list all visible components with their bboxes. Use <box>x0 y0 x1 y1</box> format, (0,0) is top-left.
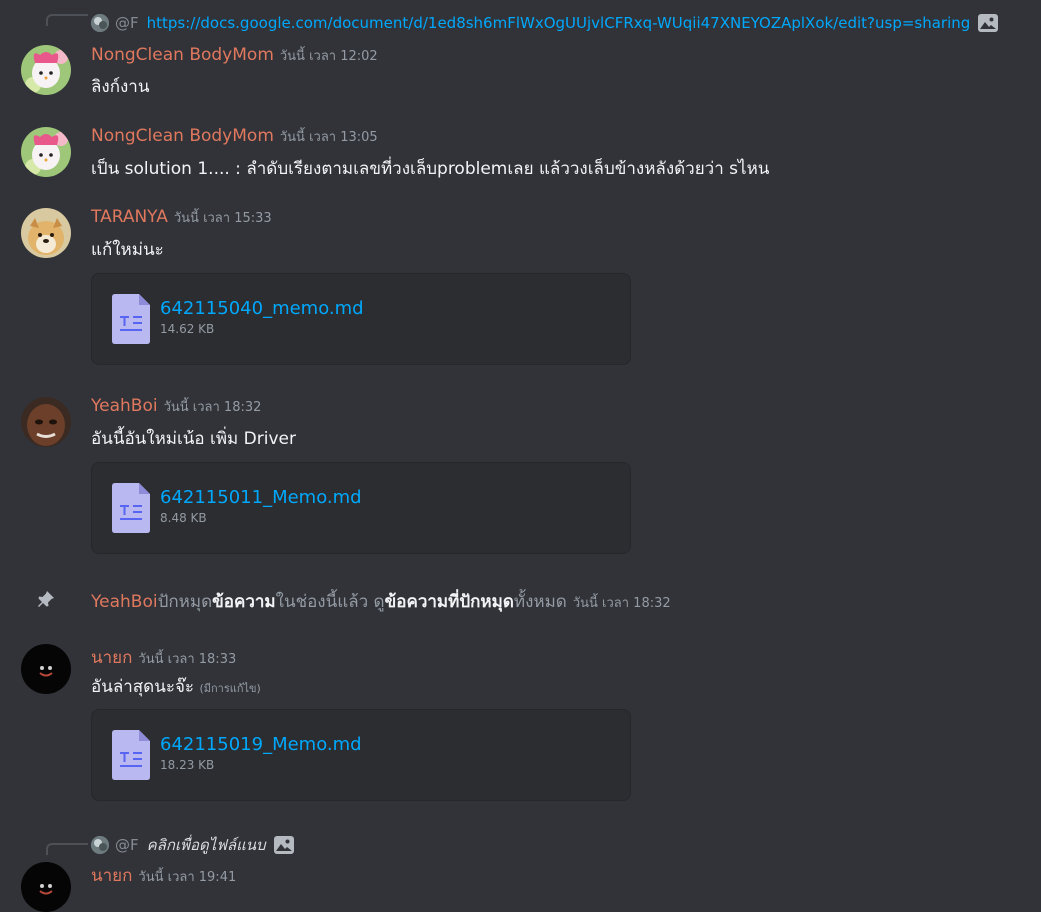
file-attachment[interactable]: 642115019_Memo.md 18.23 KB <box>91 709 631 801</box>
file-name-link[interactable]: 642115040_memo.md <box>160 298 364 319</box>
author-name[interactable]: NongClean BodyMom <box>91 126 274 146</box>
message-text-row: อันล่าสุดนะจ๊ะ (มีการแก้ไข) <box>91 673 261 700</box>
avatar[interactable] <box>21 127 71 177</box>
document-icon <box>112 483 150 537</box>
author-name[interactable]: YeahBoi <box>91 396 158 416</box>
message-text: แก้ใหม่นะ <box>91 240 164 260</box>
reply-author[interactable]: @F <box>115 836 139 854</box>
reply-preview[interactable]: @F คลิกเพื่อดูไฟล์แนบ <box>91 833 294 857</box>
author-name[interactable]: นายก <box>91 866 132 886</box>
author-name[interactable]: NongClean BodyMom <box>91 45 274 65</box>
author-name[interactable]: TARANYA <box>91 207 168 227</box>
message-author[interactable]: NongClean BodyMom วันนี้ เวลา 13:05 <box>91 126 378 147</box>
message-timestamp: วันนี้ เวลา 13:05 <box>279 130 378 145</box>
document-icon <box>112 294 150 348</box>
file-name-link[interactable]: 642115011_Memo.md <box>160 487 362 508</box>
file-size: 8.48 KB <box>160 511 207 525</box>
reply-author[interactable]: @F <box>115 14 139 32</box>
pin-text: ปักหมุด <box>157 592 213 612</box>
message-text: ลิงก์งาน <box>91 77 150 97</box>
file-name-link[interactable]: 642115019_Memo.md <box>160 734 362 755</box>
avatar[interactable] <box>21 208 71 258</box>
reply-preview[interactable]: @F https://docs.google.com/document/d/1e… <box>91 14 999 32</box>
avatar[interactable] <box>21 397 71 447</box>
avatar[interactable] <box>21 45 71 95</box>
reply-text[interactable]: คลิกเพื่อดูไฟล์แนบ <box>147 833 266 857</box>
avatar[interactable] <box>21 644 71 694</box>
message-author[interactable]: TARANYA วันนี้ เวลา 15:33 <box>91 207 272 228</box>
pin-text: ในช่องนี้แล้ว ดู <box>275 592 385 612</box>
message-timestamp: วันนี้ เวลา 15:33 <box>173 211 272 226</box>
reply-connector <box>46 843 88 855</box>
edited-label: (มีการแก้ไข) <box>199 682 261 695</box>
pin-notification: YeahBoiปักหมุดข้อความในช่องนี้แล้ว ดูข้อ… <box>91 588 671 615</box>
reply-link[interactable]: https://docs.google.com/document/d/1ed8s… <box>147 14 971 32</box>
reply-avatar <box>91 836 109 854</box>
pin-timestamp: วันนี้ เวลา 18:32 <box>572 596 671 611</box>
message-text: อันนี้อันใหม่เน้อ เพิ่ม Driver <box>91 429 296 449</box>
pin-user[interactable]: YeahBoi <box>91 592 158 612</box>
message-text: เป็น solution 1.... : ลำดับเรียงตามเลขที… <box>91 159 770 179</box>
file-size: 14.62 KB <box>160 322 215 336</box>
pin-message-link[interactable]: ข้อความ <box>212 592 276 612</box>
message-timestamp: วันนี้ เวลา 19:41 <box>138 870 237 885</box>
document-icon <box>112 730 150 784</box>
pinned-messages-link[interactable]: ข้อความที่ปักหมุด <box>385 592 514 612</box>
message-author[interactable]: นายก วันนี้ เวลา 19:41 <box>91 862 236 889</box>
image-icon <box>273 836 294 854</box>
message-text: อันล่าสุดนะจ๊ะ <box>91 677 195 697</box>
reply-connector <box>46 14 88 26</box>
message-author[interactable]: นายก วันนี้ เวลา 18:33 <box>91 644 236 671</box>
pin-icon <box>36 589 56 613</box>
pin-text: ทั้งหมด <box>513 592 567 612</box>
file-attachment[interactable]: 642115040_memo.md 14.62 KB <box>91 273 631 365</box>
message-timestamp: วันนี้ เวลา 18:33 <box>138 652 237 667</box>
author-name[interactable]: นายก <box>91 648 132 668</box>
message-timestamp: วันนี้ เวลา 18:32 <box>163 400 262 415</box>
message-timestamp: วันนี้ เวลา 12:02 <box>279 49 378 64</box>
message-author[interactable]: NongClean BodyMom วันนี้ เวลา 12:02 <box>91 45 378 66</box>
image-icon <box>978 14 999 32</box>
reply-avatar <box>91 14 109 32</box>
avatar[interactable] <box>21 862 71 912</box>
file-attachment[interactable]: 642115011_Memo.md 8.48 KB <box>91 462 631 554</box>
message-author[interactable]: YeahBoi วันนี้ เวลา 18:32 <box>91 396 261 417</box>
file-size: 18.23 KB <box>160 758 215 772</box>
